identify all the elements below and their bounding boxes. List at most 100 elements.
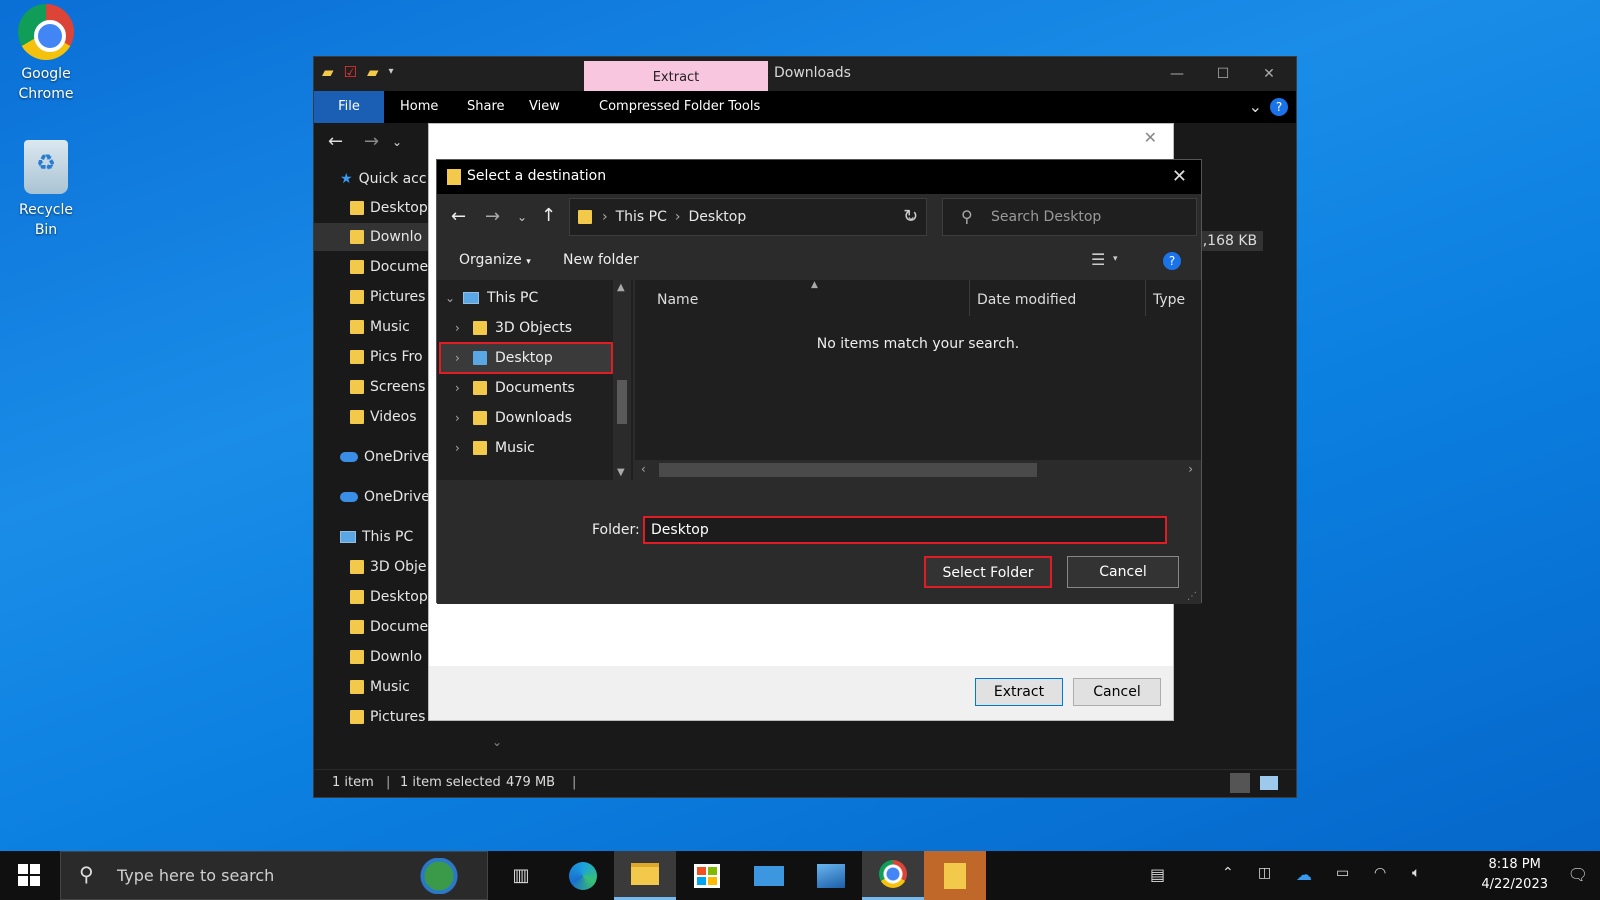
- tab-compressed-folder-tools[interactable]: Compressed Folder Tools: [583, 91, 776, 123]
- tab-view[interactable]: View: [513, 91, 576, 123]
- status-selected: 1 item selected: [400, 775, 501, 790]
- forward-arrow-icon[interactable]: →: [485, 206, 500, 227]
- chevron-down-icon[interactable]: ▾: [1113, 254, 1118, 264]
- refresh-icon[interactable]: ↻: [903, 206, 918, 227]
- extract-context-tab[interactable]: Extract: [584, 61, 768, 91]
- taskbar: ⚲ Type here to search ▥ ▤ ⌃ ◫ ☁ ▭ ◠ 🔈︎ 8…: [0, 851, 1600, 900]
- cancel-button[interactable]: Cancel: [1073, 678, 1161, 706]
- edge-icon[interactable]: [552, 851, 614, 900]
- store-icon[interactable]: [676, 851, 738, 900]
- news-icon[interactable]: ▤: [1150, 865, 1165, 884]
- large-icons-view-icon[interactable]: [1260, 776, 1278, 790]
- scroll-down-icon[interactable]: ▼: [617, 467, 625, 478]
- horizontal-scrollbar[interactable]: ‹ ›: [635, 460, 1201, 480]
- tab-file[interactable]: File: [314, 91, 384, 123]
- search-input[interactable]: Type here to search: [117, 866, 274, 885]
- folder-icon: [350, 201, 364, 215]
- details-view-icon[interactable]: [1230, 773, 1250, 793]
- back-arrow-icon[interactable]: ←: [328, 131, 343, 152]
- taskbar-search[interactable]: ⚲ Type here to search: [60, 851, 488, 900]
- search-input[interactable]: Search Desktop: [991, 209, 1101, 225]
- tree-item-this-pc[interactable]: ⌄ This PC: [445, 284, 538, 312]
- column-header-name[interactable]: Name: [657, 292, 698, 308]
- cloud-icon: [340, 492, 358, 502]
- tree-item-desktop[interactable]: › Desktop: [455, 344, 553, 372]
- extract-wizard-icon[interactable]: [924, 851, 986, 900]
- photos-icon[interactable]: [800, 851, 862, 900]
- dialog-title-bar: Select a destination ✕: [437, 160, 1201, 194]
- maximize-icon[interactable]: ☐: [1200, 61, 1246, 87]
- resize-grip-icon[interactable]: ⋰: [1187, 591, 1197, 602]
- folder-icon: [350, 650, 364, 664]
- close-icon[interactable]: ✕: [1172, 166, 1187, 187]
- folder-icon: [473, 441, 487, 455]
- column-header-date-modified[interactable]: Date modified: [977, 292, 1076, 308]
- cloud-icon: [340, 452, 358, 462]
- chevron-down-icon[interactable]: ▾: [389, 63, 394, 81]
- up-arrow-icon[interactable]: ↑: [541, 205, 556, 226]
- breadcrumb-this-pc[interactable]: This PC: [616, 209, 667, 225]
- scrollbar-thumb[interactable]: [617, 380, 627, 424]
- minimize-icon[interactable]: —: [1154, 61, 1200, 87]
- tree-scrollbar[interactable]: ▲ ▼: [613, 280, 631, 480]
- tree-item-music[interactable]: › Music: [455, 434, 535, 462]
- folder-icon[interactable]: ▰: [322, 63, 334, 81]
- extract-button[interactable]: Extract: [975, 678, 1063, 706]
- tab-home[interactable]: Home: [384, 91, 454, 123]
- new-folder-button[interactable]: New folder: [563, 252, 639, 268]
- scroll-left-icon[interactable]: ‹: [641, 462, 646, 476]
- scroll-down-icon[interactable]: ⌄: [492, 735, 502, 749]
- desktop-icon-chrome[interactable]: Google Chrome: [6, 4, 86, 104]
- breadcrumb-desktop[interactable]: Desktop: [689, 209, 747, 225]
- column-header-type[interactable]: Type: [1153, 292, 1185, 308]
- chevron-down-icon[interactable]: ⌄: [1249, 97, 1262, 116]
- help-icon[interactable]: ?: [1270, 98, 1288, 116]
- folder-icon: [473, 351, 487, 365]
- new-folder-icon[interactable]: ▰: [367, 63, 379, 81]
- help-icon[interactable]: ?: [1163, 252, 1181, 270]
- folder-field[interactable]: [643, 516, 1167, 544]
- tree-item-3d-objects[interactable]: › 3D Objects: [455, 314, 572, 342]
- recycle-bin-icon: [24, 140, 68, 194]
- system-clock[interactable]: 8:18 PM 4/22/2023: [1481, 855, 1548, 895]
- properties-icon[interactable]: ☑: [344, 63, 357, 81]
- column-divider[interactable]: [1145, 280, 1146, 316]
- search-box[interactable]: ⚲ Search Desktop: [942, 198, 1197, 236]
- column-divider[interactable]: [969, 280, 970, 316]
- mail-icon[interactable]: [738, 851, 800, 900]
- file-explorer-icon[interactable]: [614, 851, 676, 900]
- close-icon[interactable]: ✕: [1144, 128, 1157, 147]
- chevron-down-icon[interactable]: ⌄: [392, 135, 402, 149]
- select-destination-dialog: Select a destination ✕ ← → ⌄ ↑ › This PC…: [436, 159, 1202, 604]
- desktop-icon-recycle-bin[interactable]: Recycle Bin: [6, 140, 86, 240]
- windows-start-icon[interactable]: [18, 864, 40, 886]
- task-view-icon[interactable]: ▥: [490, 851, 552, 900]
- back-arrow-icon[interactable]: ←: [451, 206, 466, 227]
- tree-item-downloads[interactable]: › Downloads: [455, 404, 572, 432]
- tree-item-documents[interactable]: › Documents: [455, 374, 575, 402]
- onedrive-icon[interactable]: ☁: [1296, 865, 1312, 884]
- volume-icon[interactable]: 🔈︎: [1412, 865, 1420, 881]
- chevron-down-icon[interactable]: ⌄: [517, 210, 527, 224]
- address-bar[interactable]: › This PC › Desktop ⌄: [569, 198, 927, 236]
- battery-icon[interactable]: ▭: [1336, 865, 1349, 881]
- wifi-icon[interactable]: ◠: [1374, 865, 1386, 881]
- scroll-right-icon[interactable]: ›: [1188, 462, 1193, 476]
- status-divider: |: [572, 775, 577, 790]
- chevron-right-icon: ›: [455, 351, 460, 365]
- close-icon[interactable]: ✕: [1246, 61, 1292, 87]
- select-folder-button[interactable]: Select Folder: [924, 556, 1052, 588]
- meet-icon[interactable]: ◫: [1258, 865, 1271, 881]
- view-options-icon[interactable]: ☰: [1091, 250, 1105, 269]
- forward-arrow-icon[interactable]: →: [364, 131, 379, 152]
- chevron-up-icon[interactable]: ⌃: [1222, 865, 1234, 881]
- dialog-toolbar: Organize ▾ New folder ☰ ▾ ?: [437, 240, 1201, 280]
- computer-icon: [463, 292, 479, 304]
- scroll-up-icon[interactable]: ▲: [617, 282, 625, 293]
- scrollbar-thumb[interactable]: [659, 463, 1037, 477]
- tab-share[interactable]: Share: [451, 91, 521, 123]
- organize-button[interactable]: Organize ▾: [459, 252, 531, 268]
- cancel-button[interactable]: Cancel: [1067, 556, 1179, 588]
- notifications-icon[interactable]: 🗨︎: [1568, 865, 1588, 884]
- chrome-taskbar-icon[interactable]: [862, 851, 924, 900]
